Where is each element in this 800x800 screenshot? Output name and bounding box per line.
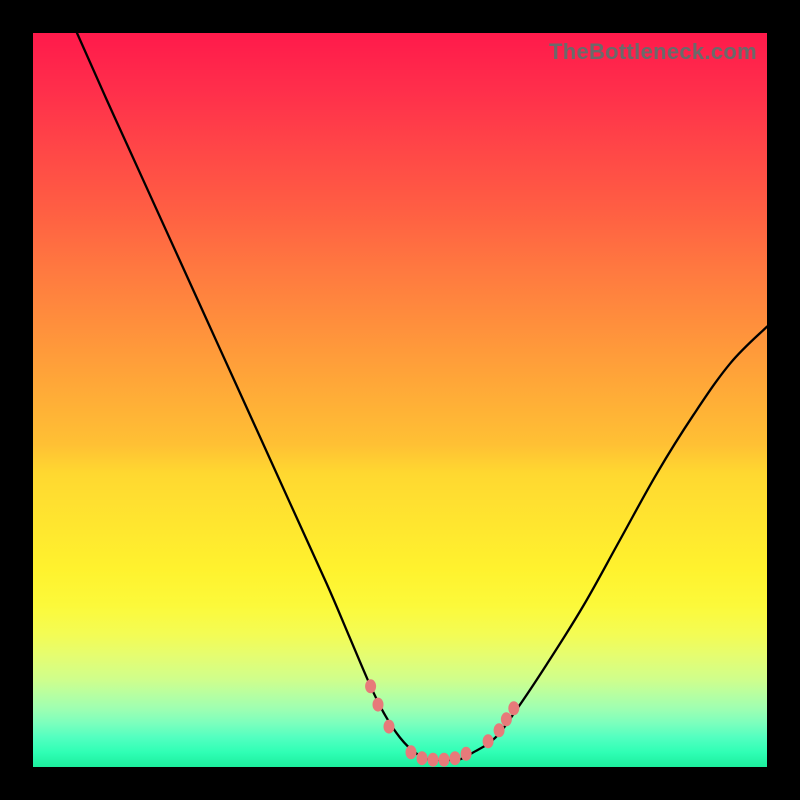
curve-marker: [428, 753, 439, 767]
curve-marker: [501, 712, 512, 726]
curve-marker: [483, 734, 494, 748]
curve-marker: [373, 698, 384, 712]
curve-marker: [450, 751, 461, 765]
plot-area: TheBottleneck.com: [33, 33, 767, 767]
chart-frame: TheBottleneck.com: [0, 0, 800, 800]
curve-marker: [417, 751, 428, 765]
curve-marker: [494, 723, 505, 737]
curve-marker: [508, 701, 519, 715]
marker-group: [365, 679, 519, 766]
curve-marker: [384, 720, 395, 734]
curve-marker: [406, 745, 417, 759]
curve-marker: [439, 753, 450, 767]
bottleneck-curve: [77, 33, 767, 760]
curve-marker: [461, 747, 472, 761]
curve-marker: [365, 679, 376, 693]
curve-layer: [33, 33, 767, 767]
